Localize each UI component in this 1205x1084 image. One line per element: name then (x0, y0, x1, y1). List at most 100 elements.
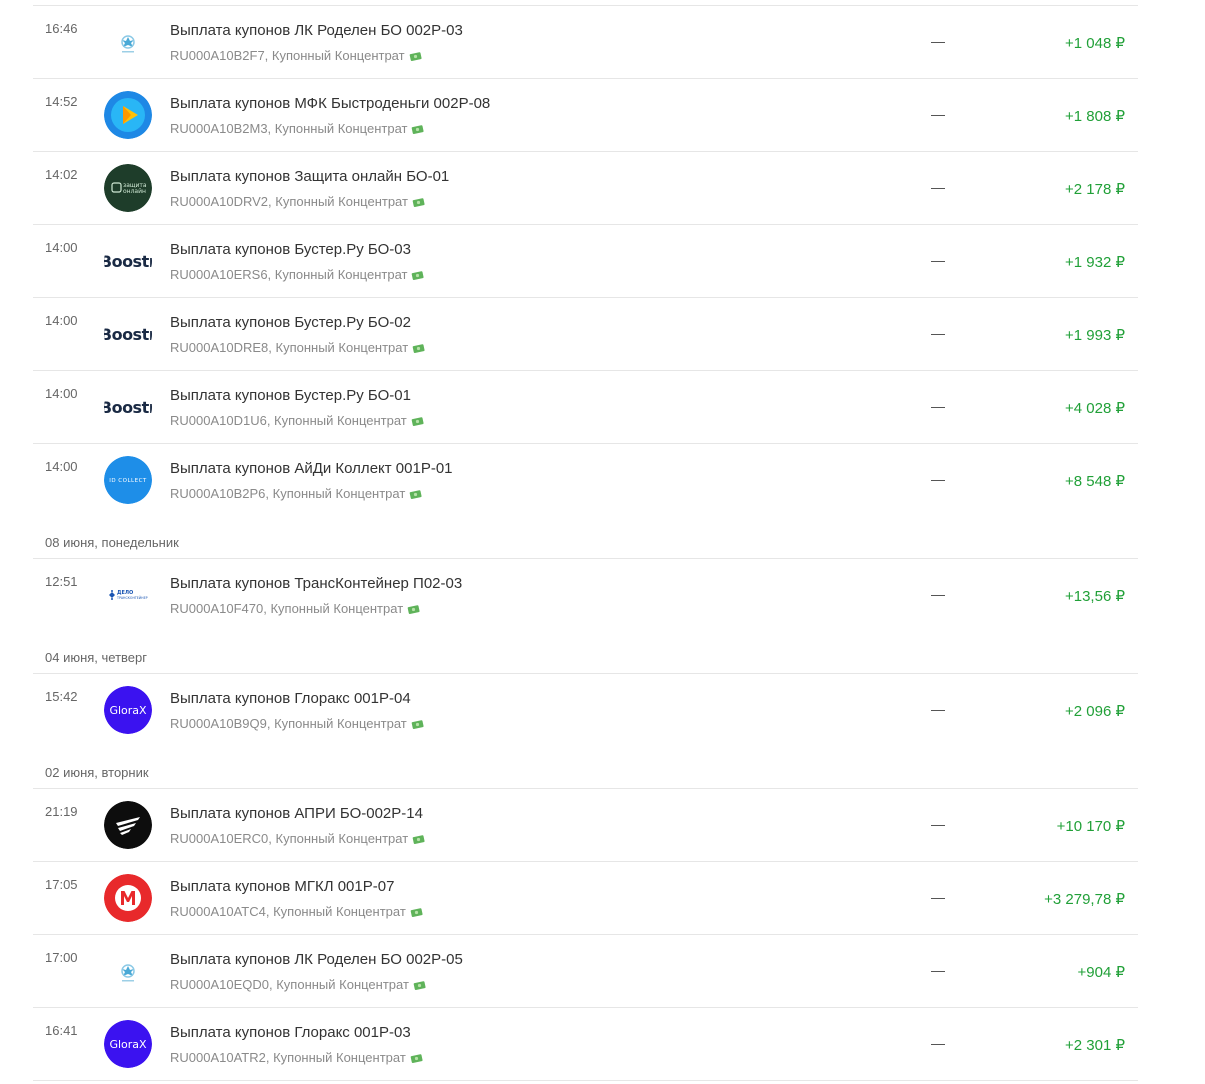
operation-subtitle-text: RU000A10ATC4, Купонный Концентрат (170, 904, 406, 919)
operation-subtitle-text: RU000A10B2F7, Купонный Концентрат (170, 48, 405, 63)
operation-subtitle: RU000A10ATC4, Купонный Концентрат (170, 904, 424, 919)
operation-time: 15:42 (45, 689, 78, 704)
zashchita-logo: защита онлайн (104, 164, 152, 212)
operation-title: Выплата купонов Бустер.Ру БО-03 (170, 241, 411, 258)
zashchita-logo-text-2: онлайн (123, 188, 146, 195)
operation-row[interactable]: 14:00 ID COLLECT Выплата купонов АйДи Колл… (33, 444, 1138, 516)
operation-amount: +2 096 ₽ (1064, 703, 1125, 720)
operation-title: Выплата купонов ЛК Роделен БО 002Р-03 (170, 22, 463, 39)
money-icon (412, 198, 425, 207)
operation-row[interactable]: 14:00 Boostr Выплата купонов Бустер.Ру БО-… (33, 225, 1138, 298)
money-icon (412, 344, 425, 353)
operation-title: Выплата купонов Защита онлайн БО-01 (170, 168, 450, 185)
operation-subtitle: RU000A10DRE8, Купонный Концентрат (170, 340, 426, 355)
operation-time: 16:41 (45, 1023, 78, 1038)
operation-row[interactable]: 14:00 Boostr Выплата купонов Бустер.Ру БО-… (33, 298, 1138, 371)
operation-subtitle-text: RU000A10B2M3, Купонный Концентрат (170, 121, 408, 136)
delo-logo-text-2: ТРАНСКОНТЕЙНЕР (116, 595, 148, 600)
rodelen-logo (104, 18, 152, 66)
money-icon (412, 835, 425, 844)
glorax-logo: GloraX (104, 686, 152, 734)
operation-subtitle-text: RU000A10ATR2, Купонный Концентрат (170, 1050, 406, 1065)
operation-amount: +13,56 ₽ (1064, 588, 1125, 605)
operation-time: 14:00 (45, 313, 78, 328)
operation-title: Выплата купонов АйДи Коллект 001Р-01 (170, 460, 453, 477)
operation-amount: +2 178 ₽ (1064, 181, 1125, 198)
operation-subtitle-text: RU000A10B2P6, Купонный Концентрат (170, 486, 406, 501)
operation-subtitle-text: RU000A10D1U6, Купонный Концентрат (170, 413, 407, 428)
date-header-label: 04 июня, четверг (45, 650, 148, 665)
date-header: 02 июня, вторник (33, 746, 1138, 789)
rodelen-logo (104, 947, 152, 995)
operation-amount: +3 279,78 ₽ (1044, 891, 1125, 908)
date-header-label: 02 июня, вторник (45, 765, 149, 780)
operation-subtitle-text: RU000A10DRE8, Купонный Концентрат (170, 340, 409, 355)
operation-amount: +1 808 ₽ (1064, 108, 1125, 125)
operation-dash (931, 407, 945, 408)
operation-subtitle: RU000A10F470, Купонный Концентрат (170, 601, 421, 616)
operation-row[interactable]: 21:19 Выплата купонов АПРИ БО-002Р-14 RU00… (33, 789, 1138, 862)
date-header: 04 июня, четверг (33, 631, 1138, 674)
operation-time: 14:02 (45, 167, 78, 182)
boostr-logo: Boostr (104, 383, 152, 431)
operation-subtitle: RU000A10B2P6, Купонный Концентрат (170, 486, 423, 501)
delo-logo: ДЕЛО ТРАНСКОНТЕЙНЕР (104, 571, 152, 619)
operation-title: Выплата купонов АПРИ БО-002Р-14 (170, 805, 423, 822)
operation-dash (931, 595, 945, 596)
operation-row[interactable]: 17:05 Выплата купонов МГКЛ 001Р-07 RU000A1… (33, 862, 1138, 935)
money-icon (410, 908, 423, 917)
operation-dash (931, 825, 945, 826)
money-icon (410, 490, 422, 499)
operation-row[interactable]: 16:46 Выплата купонов ЛК Роделен БО 002Р-… (33, 6, 1138, 79)
boostr-logo-text: Boostr (104, 251, 152, 271)
operation-time: 14:52 (45, 94, 78, 109)
money-icon (412, 125, 425, 134)
operation-row[interactable]: 17:00 Выплата купонов ЛК Роделен БО 002Р-… (33, 935, 1138, 1008)
operation-subtitle-text: RU000A10ERS6, Купонный Концентрат (170, 267, 408, 282)
money-icon (407, 605, 420, 614)
money-icon (413, 981, 426, 990)
operation-dash (931, 971, 945, 972)
operation-dash (931, 898, 945, 899)
idcollect-logo-text: ID COLLECT (109, 478, 147, 484)
operation-time: 17:05 (45, 877, 78, 892)
operation-title: Выплата купонов ЛК Роделен БО 002Р-05 (170, 951, 463, 968)
operation-subtitle-text: RU000A10B9Q9, Купонный Концентрат (170, 716, 407, 731)
mgkl-logo (104, 874, 152, 922)
operation-time: 14:00 (45, 459, 78, 474)
bystrodengi-logo (104, 91, 152, 139)
operation-amount: +1 993 ₽ (1064, 327, 1125, 344)
operation-row[interactable]: 14:02 защита онлайн Выплата купонов Защита … (33, 152, 1138, 225)
operation-subtitle: RU000A10ATR2, Купонный Концентрат (170, 1050, 424, 1065)
operation-amount: +10 170 ₽ (1056, 818, 1125, 835)
operation-row[interactable]: 16:41 GloraX Выплата купонов Глоракс 001Р-… (33, 1008, 1138, 1081)
operation-amount: +1 048 ₽ (1064, 35, 1125, 52)
operation-time: 17:00 (45, 950, 78, 965)
operation-dash (931, 261, 945, 262)
idcollect-logo: ID COLLECT (104, 456, 152, 504)
operation-time: 12:51 (45, 574, 78, 589)
apri-logo (104, 801, 152, 849)
operation-row[interactable]: 14:52 Выплата купонов МФК Быстроденьги 00… (33, 79, 1138, 152)
boostr-logo-text: Boostr (104, 397, 152, 417)
operation-row[interactable]: 14:00 Boostr Выплата купонов Бустер.Ру БО-… (33, 371, 1138, 444)
operation-row[interactable]: 15:42 GloraX Выплата купонов Глоракс 001Р-… (33, 674, 1138, 746)
glorax-logo: GloraX (104, 1020, 152, 1068)
boostr-logo: Boostr (104, 237, 152, 285)
operation-time: 16:46 (45, 21, 78, 36)
operation-amount: +904 ₽ (1077, 964, 1126, 981)
operation-title: Выплата купонов ТрансКонтейнер П02-03 (170, 575, 463, 592)
operation-subtitle-text: RU000A10EQD0, Купонный Концентрат (170, 977, 409, 992)
operation-subtitle: RU000A10EQD0, Купонный Концентрат (170, 977, 427, 992)
operation-amount: +8 548 ₽ (1064, 473, 1125, 490)
operation-title: Выплата купонов Бустер.Ру БО-01 (170, 387, 411, 404)
operation-subtitle: RU000A10D1U6, Купонный Концентрат (170, 413, 425, 428)
money-icon (412, 271, 425, 280)
operation-row[interactable]: 12:51 ДЕЛО ТРАНСКОНТЕЙНЕР Выплата купонов Т… (33, 559, 1138, 631)
operation-title: Выплата купонов МГКЛ 001Р-07 (170, 878, 395, 895)
operation-time: 14:00 (45, 386, 78, 401)
boostr-logo: Boostr (104, 310, 152, 358)
operation-title: Выплата купонов МФК Быстроденьги 002Р-08 (170, 95, 491, 112)
operation-subtitle: RU000A10DRV2, Купонный Концентрат (170, 194, 426, 209)
operation-subtitle-text: RU000A10F470, Купонный Концентрат (170, 601, 404, 616)
